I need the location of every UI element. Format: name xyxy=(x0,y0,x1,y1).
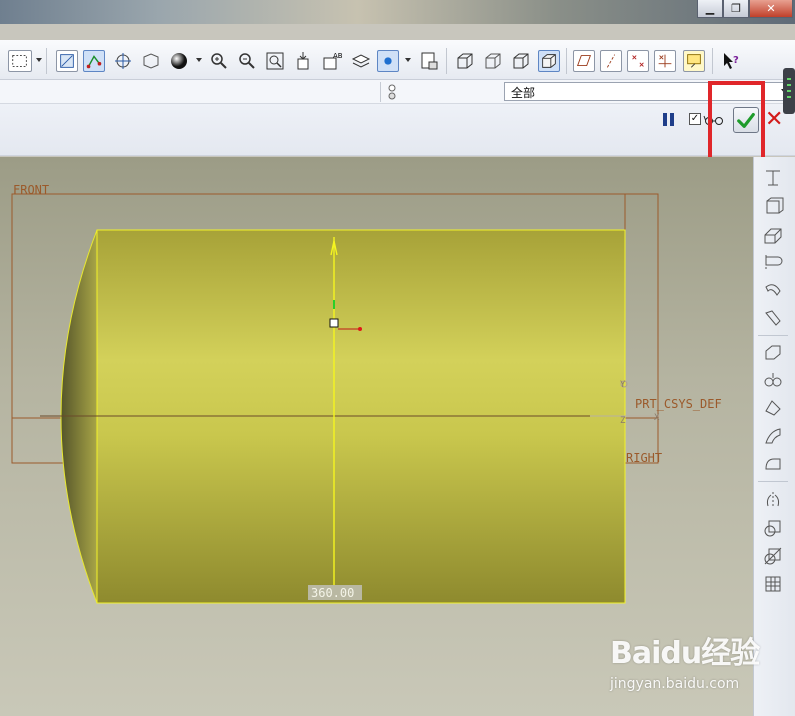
model-tree-icon[interactable] xyxy=(418,50,440,72)
csys-icon[interactable] xyxy=(654,50,676,72)
main-toolbar: AB ? xyxy=(0,40,795,80)
close-window-button[interactable]: ✕ xyxy=(749,0,793,18)
minimize-button[interactable]: ▁ xyxy=(697,0,723,18)
filter-bar: 全部 xyxy=(0,80,795,104)
axis-x-label: X xyxy=(654,413,660,423)
csys-label[interactable]: PRT_CSYS_DEF xyxy=(635,397,722,411)
datum-axis-icon[interactable] xyxy=(600,50,622,72)
datum-display-icon[interactable] xyxy=(56,50,78,72)
mirror-icon[interactable] xyxy=(762,489,784,511)
window-controls: ▁ ❐ ✕ xyxy=(697,0,793,18)
select-dropdown-icon[interactable] xyxy=(36,58,42,62)
rib-icon[interactable] xyxy=(762,397,784,419)
shell-icon[interactable] xyxy=(762,369,784,391)
shaded-icon[interactable] xyxy=(538,50,560,72)
trim-icon[interactable] xyxy=(762,545,784,567)
axis-y-label: Y xyxy=(620,380,626,390)
datum-tools-icon[interactable] xyxy=(762,167,784,189)
hole-icon[interactable] xyxy=(762,341,784,363)
hidden-line-icon[interactable] xyxy=(482,50,504,72)
sketch-icon[interactable] xyxy=(83,50,105,72)
annotation-icon[interactable] xyxy=(683,50,705,72)
repaint-icon[interactable] xyxy=(292,50,314,72)
refit-icon[interactable] xyxy=(264,50,286,72)
drag-handle-square[interactable] xyxy=(329,318,339,328)
saved-views-icon[interactable]: AB xyxy=(321,50,343,72)
svg-text:?: ? xyxy=(733,55,739,66)
window-title-bar: ▁ ❐ ✕ xyxy=(0,0,795,24)
round-icon[interactable] xyxy=(762,453,784,475)
datum-point-icon[interactable] xyxy=(627,50,649,72)
side-panel-handle[interactable] xyxy=(783,68,795,114)
datum-front-label[interactable]: FRONT xyxy=(13,183,49,197)
annotation-highlight-box xyxy=(708,81,765,163)
shading-icon[interactable] xyxy=(168,50,190,72)
watermark-url: jingyan.baidu.com xyxy=(610,676,740,692)
pause-button[interactable] xyxy=(663,113,677,127)
drag-point-icon[interactable] xyxy=(358,327,362,331)
pattern-icon[interactable] xyxy=(762,573,784,595)
appearance-icon[interactable] xyxy=(377,50,399,72)
revolve-icon[interactable] xyxy=(762,251,784,273)
watermark-logo: Baidu经验 xyxy=(610,636,760,671)
wireframe-icon[interactable] xyxy=(454,50,476,72)
baidu-watermark: Baidu经验 jingyan.baidu.com xyxy=(610,628,790,698)
spin-center-icon[interactable] xyxy=(112,50,134,72)
datum-right-label[interactable]: RIGHT xyxy=(626,451,662,465)
select-box-icon[interactable] xyxy=(8,50,32,72)
view-orient-icon[interactable] xyxy=(140,50,162,72)
datum-plane-icon[interactable] xyxy=(573,50,595,72)
zoom-in-icon[interactable] xyxy=(208,50,230,72)
zoom-out-icon[interactable] xyxy=(236,50,258,72)
cancel-button[interactable]: ✕ xyxy=(765,109,785,131)
svg-text:AB: AB xyxy=(333,52,343,60)
merge-icon[interactable] xyxy=(762,517,784,539)
maximize-button[interactable]: ❐ xyxy=(723,0,749,18)
appearance-dropdown-icon[interactable] xyxy=(405,58,411,62)
draft-icon[interactable] xyxy=(762,425,784,447)
axis-z-label: Z xyxy=(620,416,626,426)
angle-dimension[interactable]: 360.00 xyxy=(311,586,354,600)
preview-checkbox[interactable]: ✓ xyxy=(689,113,701,125)
status-light-icon xyxy=(386,83,398,101)
sweep-icon[interactable] xyxy=(762,279,784,301)
no-hidden-icon[interactable] xyxy=(510,50,532,72)
extrude-icon[interactable] xyxy=(762,223,784,245)
shading-dropdown-icon[interactable] xyxy=(196,58,202,62)
datum-plane-tool-icon[interactable] xyxy=(762,195,784,217)
selection-filter-value: 全部 xyxy=(511,86,536,100)
blend-icon[interactable] xyxy=(762,307,784,329)
layers-icon[interactable] xyxy=(350,50,372,72)
feature-dashboard xyxy=(0,104,795,156)
whats-this-icon[interactable]: ? xyxy=(720,50,742,72)
